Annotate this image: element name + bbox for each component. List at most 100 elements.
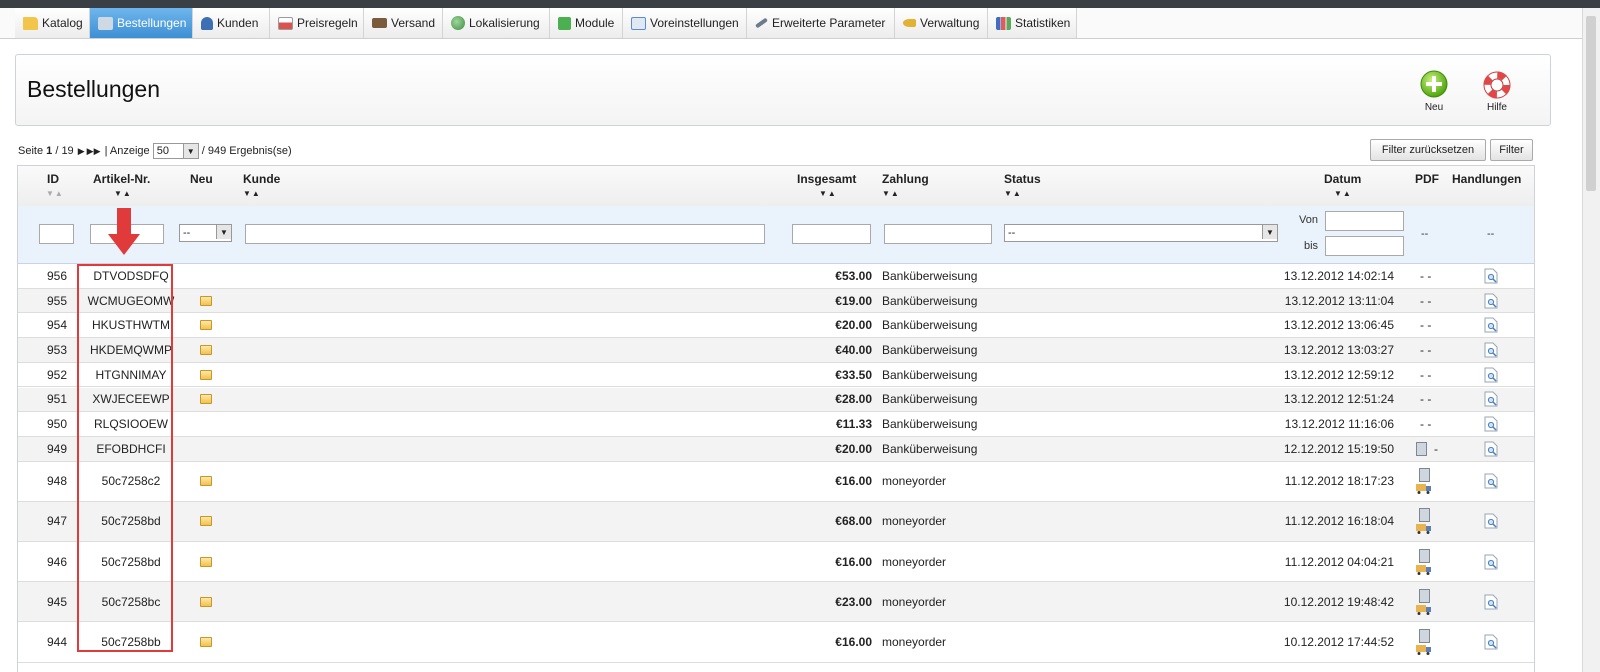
next-page-icon[interactable]: ▶	[78, 146, 85, 157]
bar-chart-icon	[996, 16, 1011, 30]
new-order-button[interactable]: Neu	[1412, 69, 1456, 115]
tab-voreinstellungen[interactable]: Voreinstellungen	[623, 8, 747, 38]
col-payment[interactable]: Zahlung	[882, 172, 929, 186]
sort-date-icon[interactable]: ▼▲	[1334, 189, 1352, 198]
vertical-scrollbar[interactable]	[1582, 8, 1600, 672]
delivery-slip-icon[interactable]	[1416, 484, 1432, 495]
sort-payment-icon[interactable]: ▼▲	[882, 189, 900, 198]
sort-id-icon[interactable]: ▼▲	[46, 189, 64, 198]
tab-label: Voreinstellungen	[650, 16, 739, 30]
order-total: €19.00	[835, 293, 872, 308]
filter-payment-input[interactable]	[884, 224, 992, 244]
order-reference: XWJECEEWP	[92, 392, 170, 407]
tab-erweiterte-parameter[interactable]: Erweiterte Parameter	[747, 8, 895, 38]
col-reference[interactable]: Artikel-Nr.	[93, 172, 150, 186]
tab-kunden[interactable]: Kunden	[193, 8, 270, 38]
tab-versand[interactable]: Versand	[364, 8, 443, 38]
view-details-icon[interactable]	[1484, 391, 1498, 407]
table-row[interactable]: 952 HTGNNIMAY €33.50 Banküberweisung 13.12.2…	[18, 363, 1534, 388]
view-details-icon[interactable]	[1484, 342, 1498, 358]
table-row[interactable]: 954 HKUSTHWTM €20.00 Banküberweisung 13.12.2…	[18, 313, 1534, 339]
reset-filter-button[interactable]: Filter zurücksetzen	[1370, 139, 1486, 161]
view-details-icon[interactable]	[1484, 317, 1498, 333]
new-message-icon[interactable]	[200, 516, 212, 527]
table-row[interactable]: 947 50c7258bd €68.00 moneyorder 11.12.2012 1…	[18, 501, 1534, 542]
table-row[interactable]: 951 XWJECEEWP €28.00 Banküberweisung 13.12.2…	[18, 387, 1534, 413]
tab-bestellungen[interactable]: Bestellungen	[90, 8, 193, 38]
filter-status-select[interactable]: -- ▼	[1004, 224, 1278, 242]
sort-status-icon[interactable]: ▼▲	[1004, 189, 1022, 198]
view-details-icon[interactable]	[1484, 634, 1498, 650]
table-row[interactable]: 949 EFOBDHCFI €20.00 Banküberweisung 12.12.2…	[18, 436, 1534, 462]
tab-lokalisierung[interactable]: Lokalisierung	[443, 8, 550, 38]
filter-date-to-input[interactable]	[1325, 236, 1404, 256]
new-message-icon[interactable]	[200, 476, 212, 487]
invoice-pdf-icon[interactable]	[1416, 441, 1427, 456]
col-date[interactable]: Datum	[1324, 172, 1361, 186]
table-row[interactable]: 953 HKDEMQWMP €40.00 Banküberweisung 13.12.2…	[18, 338, 1534, 363]
table-row[interactable]: 948 50c7258c2 €16.00 moneyorder 11.12.2012 1…	[18, 462, 1534, 502]
col-total[interactable]: Insgesamt	[797, 172, 856, 186]
last-page-icon[interactable]: ▶▶	[87, 146, 101, 157]
new-message-icon[interactable]	[200, 394, 212, 405]
delivery-slip-icon[interactable]	[1416, 604, 1432, 615]
view-details-icon[interactable]	[1484, 268, 1498, 284]
tab-verwaltung[interactable]: Verwaltung	[895, 8, 988, 38]
view-details-icon[interactable]	[1484, 513, 1498, 529]
view-details-icon[interactable]	[1484, 293, 1498, 309]
table-row[interactable]: 955 WCMUGEOMW €19.00 Banküberweisung 13.12.2…	[18, 288, 1534, 314]
tab-preisregeln[interactable]: Preisregeln	[270, 8, 364, 38]
sort-customer-icon[interactable]: ▼▲	[243, 189, 261, 198]
table-row[interactable]: 950 RLQSIOOEW €11.33 Banküberweisung 13.12.2…	[18, 412, 1534, 437]
scrollbar-thumb[interactable]	[1586, 16, 1596, 191]
table-row[interactable]: 945 50c7258bc €23.00 moneyorder 10.12.2012 1…	[18, 582, 1534, 623]
invoice-pdf-icon[interactable]	[1418, 468, 1430, 483]
delivery-slip-icon[interactable]	[1416, 524, 1432, 535]
col-new: Neu	[190, 172, 213, 186]
view-details-icon[interactable]	[1484, 473, 1498, 489]
view-details-icon[interactable]	[1484, 441, 1498, 457]
new-message-icon[interactable]	[200, 344, 212, 355]
col-status[interactable]: Status	[1004, 172, 1041, 186]
view-details-icon[interactable]	[1484, 416, 1498, 432]
order-date: 10.12.2012 17:44:52	[1283, 634, 1394, 649]
tab-module[interactable]: Module	[550, 8, 623, 38]
per-page-select[interactable]: 50 ▼	[152, 143, 199, 159]
sort-total-icon[interactable]: ▼▲	[819, 189, 837, 198]
view-details-icon[interactable]	[1484, 594, 1498, 610]
table-row[interactable]: 944 50c7258bb €16.00 moneyorder 10.12.2012 1…	[18, 622, 1534, 663]
order-total: €53.00	[835, 268, 872, 283]
invoice-pdf-icon[interactable]	[1418, 628, 1430, 643]
invoice-pdf-icon[interactable]	[1418, 508, 1430, 523]
tab-statistiken[interactable]: Statistiken	[988, 8, 1077, 38]
new-message-icon[interactable]	[200, 596, 212, 607]
invoice-pdf-icon[interactable]	[1418, 548, 1430, 563]
new-message-icon[interactable]	[200, 636, 212, 647]
delivery-slip-icon[interactable]	[1416, 564, 1432, 575]
filter-id-input[interactable]	[39, 224, 74, 244]
filter-customer-input[interactable]	[245, 224, 765, 244]
table-row[interactable]: 956 DTVODSDFQ €53.00 Banküberweisung 13.12.2…	[18, 264, 1534, 289]
view-details-icon[interactable]	[1484, 367, 1498, 383]
new-message-icon[interactable]	[200, 320, 212, 331]
new-label: Neu	[1424, 102, 1444, 113]
delivery-slip-icon[interactable]	[1416, 644, 1432, 655]
order-payment: moneyorder	[882, 554, 947, 569]
new-message-icon[interactable]	[200, 556, 212, 567]
col-id[interactable]: ID	[47, 172, 59, 186]
table-row[interactable]: 946 50c7258bd €16.00 moneyorder 11.12.2012 0…	[18, 542, 1534, 583]
new-message-icon[interactable]	[200, 369, 212, 380]
tab-katalog[interactable]: Katalog	[15, 8, 90, 38]
filter-new-select[interactable]: -- ▼	[179, 224, 232, 242]
filter-total-input[interactable]	[792, 224, 871, 244]
filter-date-from-input[interactable]	[1325, 211, 1404, 231]
new-message-icon[interactable]	[200, 295, 212, 306]
view-details-icon[interactable]	[1484, 554, 1498, 570]
invoice-pdf-icon[interactable]	[1418, 588, 1430, 603]
help-button[interactable]: Hilfe	[1475, 69, 1519, 115]
filter-button[interactable]: Filter	[1490, 139, 1533, 161]
order-payment: Banküberweisung	[882, 342, 978, 357]
col-customer[interactable]: Kunde	[243, 172, 280, 186]
order-date: 10.12.2012 19:48:42	[1283, 594, 1394, 609]
sort-reference-icon[interactable]: ▼▲	[114, 189, 132, 198]
